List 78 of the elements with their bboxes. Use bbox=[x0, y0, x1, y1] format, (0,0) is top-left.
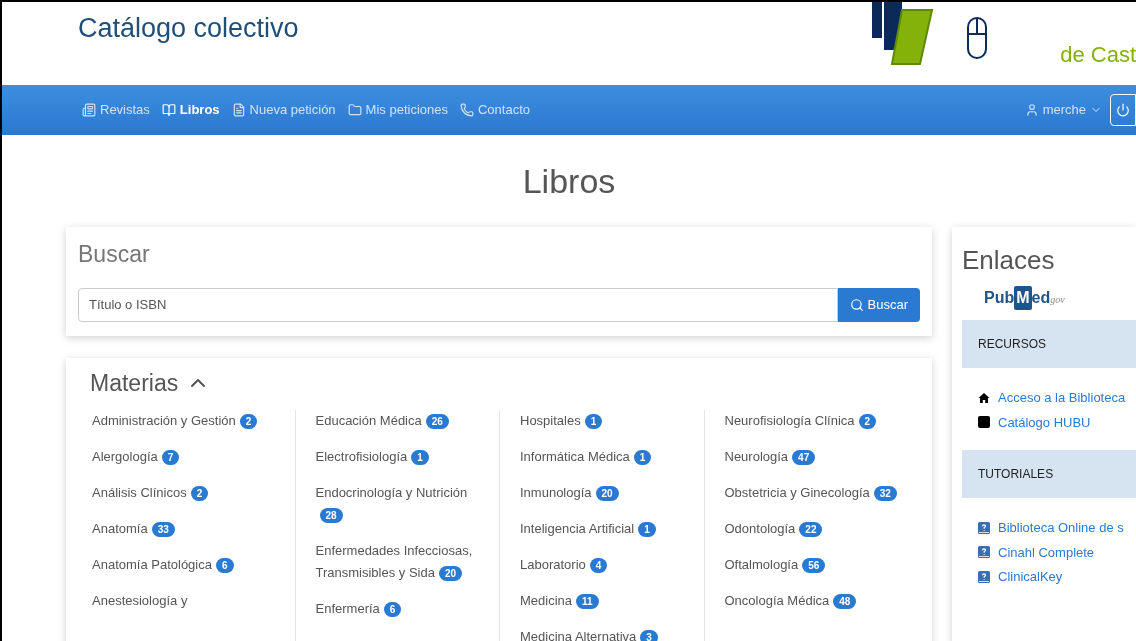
search-icon bbox=[849, 297, 864, 312]
nav-link[interactable]: Libros bbox=[161, 100, 220, 120]
count-badge: 33 bbox=[151, 522, 175, 537]
count-badge: 32 bbox=[873, 486, 897, 501]
section-header: RECURSOS bbox=[962, 320, 1136, 368]
nav-icon bbox=[161, 103, 176, 117]
subject-link[interactable]: Oncología Médica 48 bbox=[724, 590, 906, 612]
help-book-icon bbox=[978, 546, 990, 559]
subject-link[interactable]: Enfermedades Infecciosas, Transmisibles y Sida 20 bbox=[315, 540, 497, 584]
resource-link[interactable]: ClinicalKey bbox=[998, 567, 1063, 587]
subject-link[interactable]: Endocrinología y Nutrición 28 bbox=[315, 482, 497, 526]
subject-link[interactable]: Educación Médica 26 bbox=[315, 410, 497, 432]
subject-link[interactable]: Oftalmología 56 bbox=[724, 554, 906, 576]
subject-link[interactable]: Anestesiología y bbox=[92, 590, 293, 612]
count-badge: 20 bbox=[438, 566, 463, 581]
subject-link[interactable]: Enfermería 6 bbox=[315, 598, 497, 620]
count-badge: 11 bbox=[576, 594, 599, 609]
power-icon bbox=[1116, 103, 1130, 117]
count-badge: 47 bbox=[792, 450, 816, 465]
home-icon bbox=[978, 391, 990, 404]
nav-icon bbox=[82, 103, 96, 117]
pubmed-logo: PubMedgov bbox=[984, 286, 1065, 310]
nav-icon bbox=[231, 103, 246, 117]
logout-button[interactable] bbox=[1110, 94, 1136, 126]
count-badge: 1 bbox=[633, 450, 652, 465]
resource-link[interactable]: Acceso a la Biblioteca bbox=[998, 388, 1126, 408]
count-badge: 2 bbox=[239, 414, 258, 429]
count-badge: 3 bbox=[640, 630, 658, 641]
subject-link[interactable]: Inteligencia Artificial 1 bbox=[520, 518, 702, 540]
count-badge: 1 bbox=[411, 450, 429, 465]
search-button[interactable]: Buscar bbox=[837, 287, 920, 322]
subject-link[interactable]: Medicina Alternativa 3 bbox=[520, 626, 702, 641]
count-badge: 20 bbox=[595, 486, 619, 501]
count-badge: 1 bbox=[584, 414, 603, 429]
subjects-heading: Materias bbox=[90, 368, 179, 398]
subject-link[interactable]: Análisis Clínicos 2 bbox=[92, 482, 293, 504]
resource-link[interactable]: Cinahl Complete bbox=[998, 542, 1095, 562]
subject-link[interactable]: Neurofisiología Clínica 2 bbox=[724, 410, 906, 432]
count-badge: 2 bbox=[858, 414, 877, 429]
library-subtitle: de Cast bbox=[1060, 41, 1136, 69]
nav-icon bbox=[459, 103, 474, 117]
subject-link[interactable]: Obstetricia y Ginecología 32 bbox=[724, 482, 906, 504]
subject-link[interactable]: Inmunología 20 bbox=[520, 482, 702, 504]
subject-link[interactable]: Laboratorio 4 bbox=[520, 554, 702, 576]
subject-link[interactable]: Anatomía 33 bbox=[92, 518, 293, 540]
count-badge: 48 bbox=[833, 594, 857, 609]
count-badge: 26 bbox=[425, 414, 449, 429]
subject-link[interactable]: Neurología 47 bbox=[724, 446, 906, 468]
count-badge: 28 bbox=[319, 508, 343, 523]
search-field[interactable]: Título o ISBN bbox=[78, 287, 838, 322]
count-badge: 6 bbox=[383, 602, 402, 617]
count-badge: 7 bbox=[161, 450, 180, 465]
count-badge: 1 bbox=[638, 522, 656, 537]
search-heading: Buscar bbox=[78, 240, 151, 269]
page-title: Libros bbox=[521, 161, 617, 201]
site-title: Catálogo colectivo bbox=[78, 12, 299, 45]
count-badge: 22 bbox=[799, 522, 823, 537]
subject-link[interactable]: Electrofisiología 1 bbox=[315, 446, 497, 468]
subject-link[interactable]: Medicina 11 bbox=[520, 590, 702, 612]
subject-link[interactable]: Odontología 22 bbox=[724, 518, 906, 540]
subject-link[interactable]: Administración y Gestión 2 bbox=[92, 410, 293, 432]
nav-icon bbox=[347, 103, 362, 117]
count-badge: 2 bbox=[190, 486, 209, 501]
count-badge: 56 bbox=[802, 558, 826, 573]
help-book-icon bbox=[978, 521, 990, 534]
help-book-icon bbox=[978, 570, 990, 583]
user-icon bbox=[1024, 103, 1039, 117]
section-header: TUTORIALES bbox=[962, 450, 1136, 498]
links-heading: Enlaces bbox=[962, 244, 1056, 277]
subject-link[interactable]: Informática Médica 1 bbox=[520, 446, 702, 468]
resource-link[interactable]: Biblioteca Online de s bbox=[998, 518, 1124, 538]
subject-link[interactable]: Alergología 7 bbox=[92, 446, 293, 468]
subject-link[interactable]: Anatomía Patológica 6 bbox=[92, 554, 293, 576]
book-icon bbox=[978, 416, 990, 429]
count-badge: 4 bbox=[589, 558, 608, 573]
subject-link[interactable]: Hospitales 1 bbox=[520, 410, 702, 432]
resource-link[interactable]: Catálogo HUBU bbox=[998, 412, 1091, 432]
count-badge: 6 bbox=[215, 558, 234, 573]
